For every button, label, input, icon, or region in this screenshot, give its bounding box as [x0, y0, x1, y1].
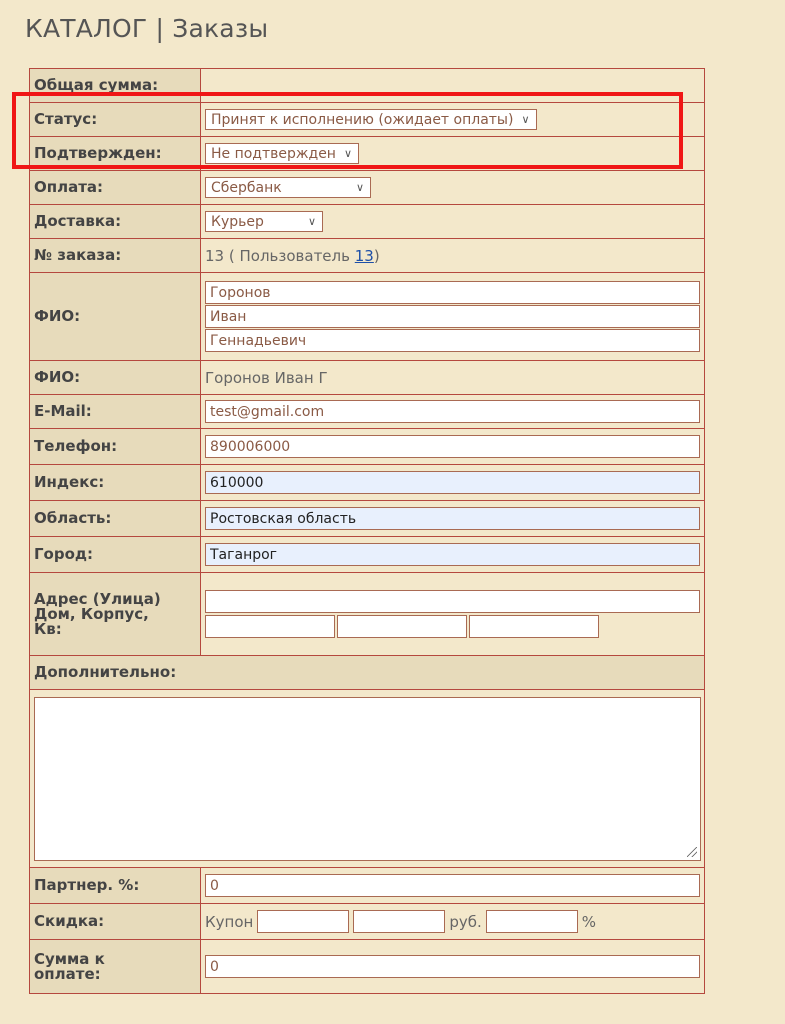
to-pay-label: Сумма к оплате:	[29, 939, 201, 994]
chevron-down-icon: ∨	[355, 181, 364, 194]
delivery-select-value: Курьер	[211, 213, 264, 230]
fio-middle-input[interactable]	[205, 329, 700, 352]
resize-grip-icon[interactable]	[686, 846, 697, 857]
address-street-input[interactable]	[205, 590, 700, 613]
user-link[interactable]: 13	[355, 247, 374, 265]
delivery-select[interactable]: Курьер ∨	[205, 211, 323, 232]
row-address: Адрес (Улица) Дом, Корпус, Кв:	[29, 572, 705, 656]
fio2-value: Горонов Иван Г	[200, 360, 705, 395]
row-index: Индекс:	[29, 464, 705, 501]
city-input[interactable]	[205, 543, 700, 566]
page-title: КАТАЛОГ | Заказы	[25, 14, 269, 43]
order-no-value: 13	[205, 246, 225, 265]
region-input[interactable]	[205, 507, 700, 530]
row-email: E-Mail:	[29, 394, 705, 429]
row-extra-text	[29, 689, 705, 868]
row-delivery: Доставка: Курьер ∨	[29, 204, 705, 239]
row-total: Общая сумма:	[29, 68, 705, 103]
total-value	[200, 68, 705, 103]
chevron-down-icon: ∨	[343, 147, 353, 160]
rub-label: руб.	[449, 912, 482, 931]
order-no-label: № заказа:	[29, 238, 201, 273]
order-form-table: Общая сумма: Статус: Принят к исполнению…	[29, 68, 705, 994]
email-label: E-Mail:	[29, 394, 201, 429]
percent-label: %	[581, 912, 597, 931]
row-extra-label: Дополнительно:	[29, 655, 705, 690]
row-payment: Оплата: Сбербанк ∨	[29, 170, 705, 205]
phone-input[interactable]	[205, 435, 700, 458]
confirmed-select[interactable]: Не подтвержден ∨	[205, 143, 360, 164]
chevron-down-icon: ∨	[307, 215, 316, 228]
row-status: Статус: Принят к исполнению (ожидает опл…	[29, 102, 705, 137]
payment-select[interactable]: Сбербанк ∨	[205, 177, 371, 198]
address-apt-input[interactable]	[469, 615, 599, 638]
extra-textarea[interactable]	[33, 696, 701, 861]
row-fio: ФИО:	[29, 272, 705, 361]
row-order-no: № заказа: 13 ( Пользователь 13)	[29, 238, 705, 273]
confirmed-select-value: Не подтвержден	[211, 145, 336, 162]
delivery-label: Доставка:	[29, 204, 201, 239]
address-label-line-3: Кв:	[34, 619, 62, 638]
total-label: Общая сумма:	[29, 68, 201, 103]
address-house-input[interactable]	[205, 615, 335, 638]
city-label: Город:	[29, 536, 201, 573]
email-input[interactable]	[205, 400, 700, 423]
status-select-value: Принят к исполнению (ожидает оплаты)	[211, 111, 514, 128]
fio-last-input[interactable]	[205, 281, 700, 304]
row-confirmed: Подтвержден: Не подтвержден ∨	[29, 136, 705, 171]
extra-label: Дополнительно:	[29, 655, 705, 690]
index-input[interactable]	[205, 471, 700, 494]
fio-label: ФИО:	[29, 272, 201, 361]
to-pay-input[interactable]	[205, 955, 700, 978]
row-fio2: ФИО: Горонов Иван Г	[29, 360, 705, 395]
phone-label: Телефон:	[29, 428, 201, 465]
row-partner: Партнер. %:	[29, 867, 705, 904]
row-phone: Телефон:	[29, 428, 705, 465]
discount-label: Скидка:	[29, 903, 201, 940]
order-no-cell: 13 ( Пользователь 13)	[200, 238, 705, 273]
row-discount: Скидка: Купон руб. %	[29, 903, 705, 940]
coupon-label: Купон	[205, 912, 254, 931]
coupon-input-2[interactable]	[353, 910, 446, 933]
order-user-prefix: ( Пользователь	[228, 246, 350, 265]
rub-input[interactable]	[485, 910, 578, 933]
address-building-input[interactable]	[337, 615, 467, 638]
fio2-label: ФИО:	[29, 360, 201, 395]
row-region: Область:	[29, 500, 705, 537]
partner-input[interactable]	[205, 874, 700, 897]
to-pay-label-line-2: оплате:	[34, 964, 101, 983]
index-label: Индекс:	[29, 464, 201, 501]
confirmed-label: Подтвержден:	[29, 136, 201, 171]
address-label: Адрес (Улица) Дом, Корпус, Кв:	[29, 572, 201, 656]
coupon-input-1[interactable]	[257, 910, 350, 933]
status-select[interactable]: Принят к исполнению (ожидает оплаты) ∨	[205, 109, 537, 130]
status-label: Статус:	[29, 102, 201, 137]
chevron-down-icon: ∨	[521, 113, 530, 126]
fio-first-input[interactable]	[205, 305, 700, 328]
payment-select-value: Сбербанк	[211, 179, 282, 196]
row-to-pay: Сумма к оплате:	[29, 939, 705, 994]
partner-label: Партнер. %:	[29, 867, 201, 904]
order-user-suffix: )	[373, 246, 380, 265]
row-city: Город:	[29, 536, 705, 573]
payment-label: Оплата:	[29, 170, 201, 205]
region-label: Область:	[29, 500, 201, 537]
